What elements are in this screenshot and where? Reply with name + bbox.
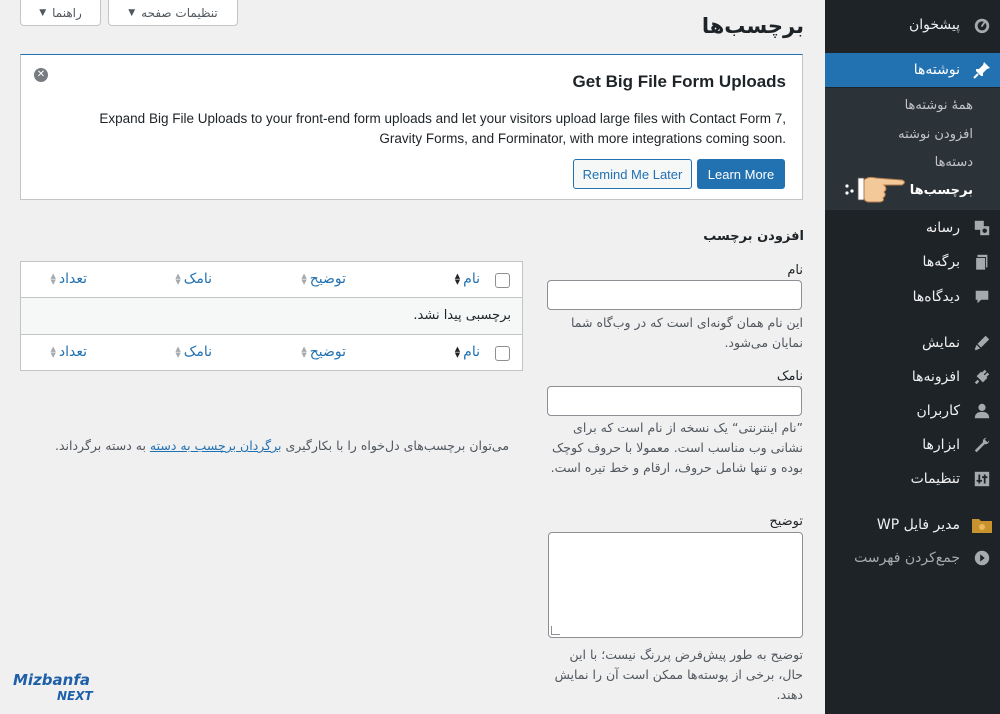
column-count[interactable]: تعداد ▲ ▼: [50, 271, 87, 287]
notice-title: Get Big File Form Uploads: [572, 72, 786, 91]
menu-label: جمع‌کردن فهرست: [854, 550, 960, 566]
name-label: نام: [787, 263, 803, 278]
pin-icon: [964, 53, 1000, 87]
select-all-checkbox[interactable]: [495, 346, 510, 361]
submenu-item-add-post[interactable]: افزودن نوشته: [825, 127, 1000, 142]
menu-item-pages[interactable]: برگه‌ها: [825, 245, 1000, 279]
column-description[interactable]: توضیح ▲ ▼: [301, 271, 346, 287]
svg-text:Mizbanfa: Mizbanfa: [13, 671, 90, 689]
appearance-icon: [964, 326, 1000, 360]
collapse-menu-button[interactable]: جمع‌کردن فهرست: [825, 541, 1000, 575]
sort-icon: ▲ ▼: [301, 272, 307, 286]
tag-to-category-link[interactable]: برگردان برچسب به دسته: [150, 438, 282, 453]
menu-item-settings[interactable]: تنظیمات: [825, 462, 1000, 496]
menu-item-tools[interactable]: ابزارها: [825, 428, 1000, 462]
sort-icon: ▲ ▼: [301, 345, 307, 359]
table-header-row: نام ▲ ▼ توضیح ▲ ▼ نامک ▲ ▼ تعداد ▲ ▼: [21, 262, 522, 298]
menu-label: WP مدیر فایل: [876, 517, 960, 533]
plugins-icon: [964, 360, 1000, 394]
menu-item-plugins[interactable]: افزونه‌ها: [825, 360, 1000, 394]
mizbanfa-logo: Mizbanfa NEXT: [13, 671, 93, 702]
help-button[interactable]: ▼ راهنما: [20, 0, 101, 26]
menu-item-appearance[interactable]: نمایش: [825, 326, 1000, 360]
active-indicator: [817, 62, 825, 78]
plugin-notice: ✕ Get Big File Form Uploads Expand Big F…: [20, 54, 803, 200]
pages-icon: [964, 245, 1000, 279]
dashboard-icon: [964, 8, 1000, 42]
column-name[interactable]: نام ▲ ▼: [455, 344, 480, 360]
sort-icon: ▲ ▼: [454, 345, 461, 359]
settings-icon: [964, 462, 1000, 496]
notice-body: Expand Big File Uploads to your front-en…: [99, 111, 786, 146]
slug-help-text: ”نام اینترنتی“ یک نسخه از نام است که برا…: [550, 420, 803, 475]
column-count[interactable]: تعداد ▲ ▼: [50, 344, 87, 360]
description-help-text: توضیح به طور پیش‌فرض پررنگ نیست؛ با این …: [554, 647, 803, 702]
sort-icon: ▲ ▼: [175, 272, 181, 286]
remind-later-button[interactable]: Remind Me Later: [573, 159, 692, 189]
users-icon: [964, 394, 1000, 428]
menu-label: نمایش: [921, 335, 960, 351]
name-help-text: این نام همان گونه‌ای است که در وب‌گاه شم…: [570, 315, 803, 350]
tag-name-input[interactable]: [547, 280, 802, 310]
resize-handle[interactable]: [551, 626, 560, 635]
menu-item-wp-file-manager[interactable]: WP مدیر فایل: [825, 508, 1000, 542]
sort-icon: ▲ ▼: [50, 272, 56, 286]
menu-item-users[interactable]: کاربران: [825, 394, 1000, 428]
column-name[interactable]: نام ▲ ▼: [455, 271, 480, 287]
submenu-item-all-posts[interactable]: همهٔ نوشته‌ها: [825, 98, 1000, 113]
tag-description-textarea[interactable]: [548, 532, 803, 638]
table-row: برچسبی پیدا نشد.: [21, 298, 522, 334]
sort-icon: ▲ ▼: [175, 345, 181, 359]
sort-icon: ▲ ▼: [454, 272, 461, 286]
caret-down-icon: ▼: [128, 7, 136, 18]
menu-label: دیدگاه‌ها: [912, 289, 960, 305]
select-all-checkbox[interactable]: [495, 273, 510, 288]
menu-item-posts[interactable]: نوشته‌ها: [817, 53, 1000, 87]
learn-more-button[interactable]: Learn More: [697, 159, 785, 189]
menu-label: تنظیمات: [910, 471, 960, 487]
column-slug[interactable]: نامک ▲ ▼: [175, 344, 212, 360]
menu-item-comments[interactable]: دیدگاه‌ها: [825, 280, 1000, 314]
tag-conversion-text: می‌توان برچسب‌های دل‌خواه را با بکارگیری…: [55, 438, 510, 453]
comments-icon: [964, 280, 1000, 314]
menu-label: برگه‌ها: [922, 254, 960, 270]
pointing-hand-icon: [838, 176, 905, 203]
menu-label: پیشخوان: [908, 17, 960, 33]
submenu-item-categories[interactable]: دسته‌ها: [825, 155, 1000, 170]
admin-sidebar: پیشخوان نوشته‌ها همهٔ نوشته‌ها افزودن نو…: [817, 0, 1000, 714]
media-icon: [964, 211, 1000, 245]
collapse-icon: [964, 541, 1000, 575]
add-tag-heading: افزودن برچسب: [703, 229, 804, 244]
tools-icon: [964, 428, 1000, 462]
slug-label: نامک: [776, 369, 803, 384]
menu-label: نوشته‌ها: [913, 62, 960, 78]
table-footer-row: نام ▲ ▼ توضیح ▲ ▼ نامک ▲ ▼ تعداد ▲ ▼: [21, 334, 522, 370]
no-items-message: برچسبی پیدا نشد.: [413, 308, 511, 323]
tag-slug-input[interactable]: [547, 386, 802, 416]
column-description[interactable]: توضیح ▲ ▼: [301, 344, 346, 360]
caret-down-icon: ▼: [39, 7, 47, 18]
screen-options-button[interactable]: ▼ تنظیمات صفحه: [108, 0, 238, 26]
svg-text:NEXT: NEXT: [57, 689, 93, 702]
tags-table: نام ▲ ▼ توضیح ▲ ▼ نامک ▲ ▼ تعداد ▲ ▼ برچسبی …: [20, 261, 523, 371]
page-title: برچسب‌ها: [701, 14, 804, 38]
sort-icon: ▲ ▼: [50, 345, 56, 359]
menu-label: ابزارها: [922, 437, 960, 453]
menu-label: افزونه‌ها: [911, 369, 960, 385]
column-slug[interactable]: نامک ▲ ▼: [175, 271, 212, 287]
folder-icon: [964, 508, 1000, 542]
menu-item-dashboard[interactable]: پیشخوان: [825, 8, 1000, 42]
menu-label: رسانه: [925, 220, 960, 236]
dismiss-icon[interactable]: ✕: [34, 68, 48, 82]
menu-label: کاربران: [916, 403, 960, 419]
description-label: توضیح: [769, 514, 803, 529]
menu-item-media[interactable]: رسانه: [825, 211, 1000, 245]
